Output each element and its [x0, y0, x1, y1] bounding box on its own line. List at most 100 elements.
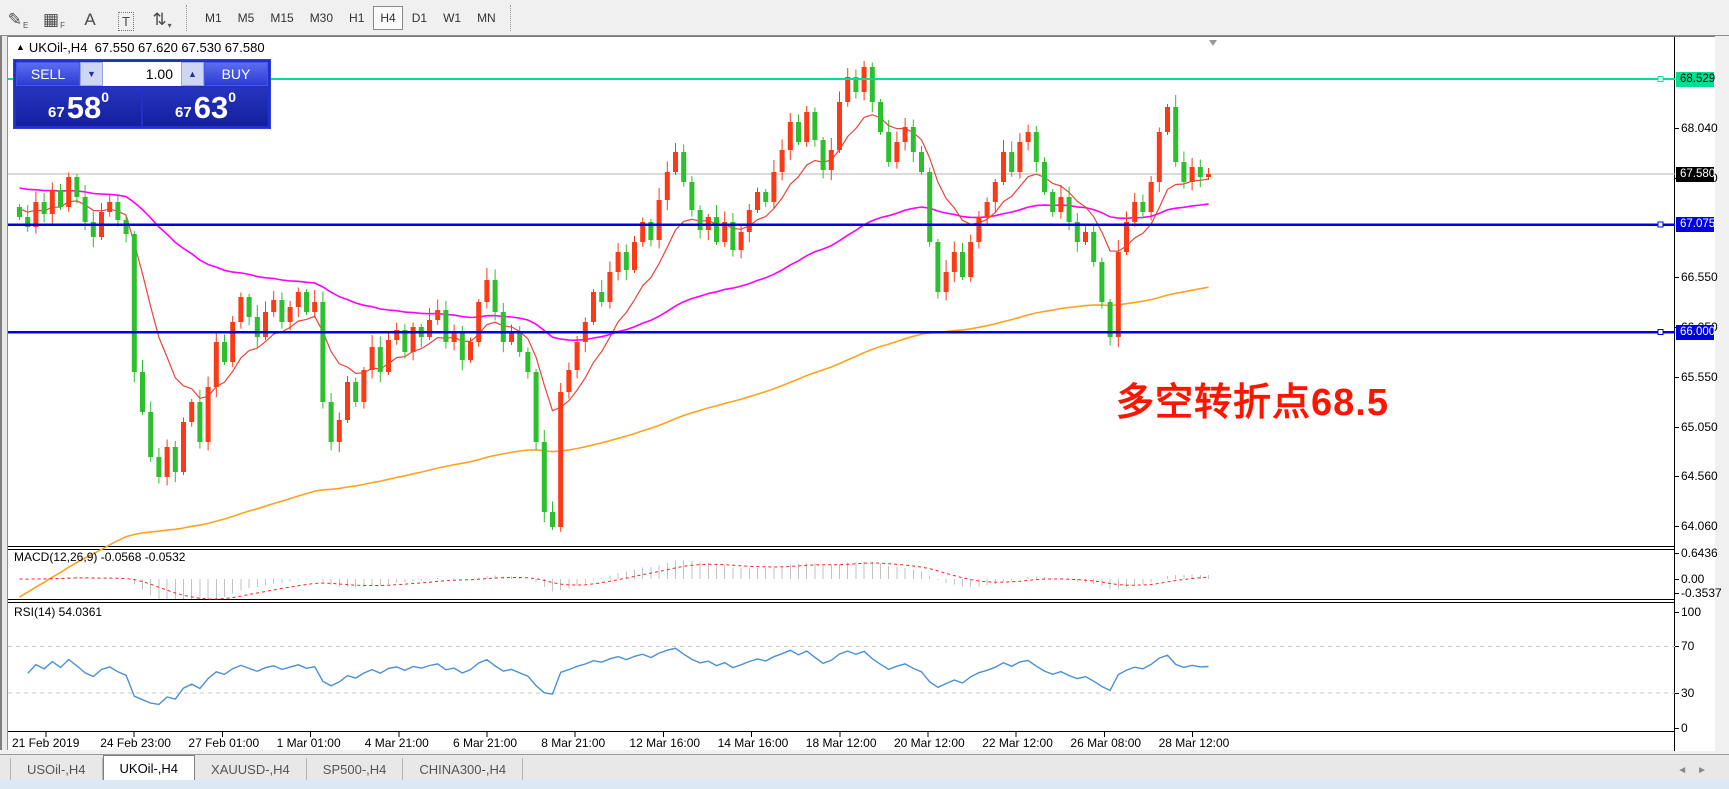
timeframe-button-d1[interactable]: D1 — [405, 6, 434, 30]
buy-button[interactable]: BUY — [204, 62, 268, 86]
date-axis-label: 24 Feb 23:00 — [100, 736, 171, 750]
chart-text-annotation: 多空转折点68.5 — [1116, 371, 1389, 426]
text-box-icon[interactable]: T — [111, 5, 141, 31]
axis-tick-mark — [1675, 128, 1679, 129]
date-axis-label: 28 Mar 12:00 — [1159, 736, 1230, 750]
styles-crayon-icon: ✎ — [8, 9, 22, 31]
macd-tick-label: -0.3537 — [1681, 586, 1722, 600]
timeframe-button-h1[interactable]: H1 — [342, 6, 371, 30]
timeframe-button-w1[interactable]: W1 — [436, 6, 468, 30]
timeframe-button-m1[interactable]: M1 — [198, 6, 229, 30]
rsi-tick-label: 100 — [1681, 605, 1701, 619]
timeframe-button-m15[interactable]: M15 — [263, 6, 300, 30]
symbol-label: UKOil-,H4 — [29, 40, 88, 55]
date-axis-label: 20 Mar 12:00 — [894, 736, 965, 750]
date-axis-label: 4 Mar 21:00 — [365, 736, 429, 750]
buy-quote-button[interactable]: 67 63 0 — [143, 88, 268, 126]
chart-tab-usoilh4[interactable]: USOil-,H4 — [10, 758, 103, 780]
price-tick-label: 64.060 — [1681, 519, 1718, 533]
window-left-border — [0, 36, 8, 750]
timeframe-button-mn[interactable]: MN — [470, 6, 503, 30]
sell-quote-button[interactable]: 67 58 0 — [16, 88, 141, 126]
date-axis-label: 6 Mar 21:00 — [453, 736, 517, 750]
sell-price-pips: 58 — [67, 92, 101, 123]
axis-tick-mark — [1675, 593, 1679, 594]
price-tick-label: 68.040 — [1681, 121, 1718, 135]
tab-scroll-right-icon[interactable]: ► — [1697, 765, 1717, 776]
price-tick-label: 65.050 — [1681, 420, 1718, 434]
text-label-icon: A — [84, 9, 95, 31]
rsi-tick-label: 70 — [1681, 639, 1694, 653]
axis-tick-mark — [1675, 693, 1679, 694]
cursor-mode-icon: ⇅ — [152, 9, 166, 31]
toolbar-separator — [510, 5, 515, 31]
volume-decrease-button[interactable]: ▼ — [80, 62, 103, 86]
cursor-mode-icon[interactable]: ⇅▾ — [147, 5, 177, 31]
macd-indicator-label: MACD(12,26,9) -0.0568 -0.0532 — [14, 550, 185, 564]
collapse-triangle-icon[interactable]: ▲ — [16, 42, 25, 52]
timeframe-button-m5[interactable]: M5 — [231, 6, 262, 30]
date-axis-label: 21 Feb 2019 — [12, 736, 79, 750]
date-axis-label: 12 Mar 16:00 — [629, 736, 700, 750]
styles-crayon-icon[interactable]: ✎E — [3, 5, 33, 31]
timeframe-button-m30[interactable]: M30 — [303, 6, 340, 30]
date-axis-label: 27 Feb 01:00 — [188, 736, 259, 750]
macd-tick-label: 0.6436 — [1681, 546, 1718, 560]
text-box-icon: T — [118, 12, 134, 31]
macd-tick-label: 0.00 — [1681, 572, 1704, 586]
price-level-badge-green: 68.529 — [1676, 72, 1714, 87]
buy-price-big-figure: 67 — [175, 103, 192, 123]
top-toolbar: ✎E▦FAT⇅▾ M1M5M15M30H1H4D1W1MN — [0, 0, 1729, 36]
chart-window: ▲ UKOil-,H4 67.550 67.620 67.530 67.580 S… — [8, 36, 1715, 750]
drawing-tools-group: ✎E▦FAT⇅▾ — [0, 5, 180, 31]
date-axis-label: 14 Mar 16:00 — [718, 736, 789, 750]
tab-scroll-arrows[interactable]: ◄► — [1677, 765, 1717, 776]
rsi-indicator-label: RSI(14) 54.0361 — [14, 605, 102, 619]
price-tick-label: 66.550 — [1681, 270, 1718, 284]
price-tick-label: 65.550 — [1681, 370, 1718, 384]
chart-tab-sp500h4[interactable]: SP500-,H4 — [307, 758, 404, 780]
axis-tick-mark — [1675, 377, 1679, 378]
volume-input[interactable]: 1.00 — [103, 62, 181, 86]
icon-badge: E — [23, 21, 28, 31]
status-strip — [0, 780, 1729, 789]
icon-badge: ▾ — [168, 21, 172, 31]
buy-price-pips: 63 — [194, 92, 228, 123]
sell-button[interactable]: SELL — [16, 62, 80, 86]
price-level-badge-blue: 66.000 — [1676, 325, 1714, 340]
chart-title: ▲ UKOil-,H4 67.550 67.620 67.530 67.580 — [16, 40, 265, 55]
chart-tab-xauusdh4[interactable]: XAUUSD-,H4 — [195, 758, 307, 780]
price-level-badge-blue: 67.075 — [1676, 217, 1714, 232]
grid-pattern-icon[interactable]: ▦F — [39, 5, 69, 31]
axis-tick-mark — [1675, 277, 1679, 278]
ohlc-readout: 67.550 67.620 67.530 67.580 — [95, 40, 265, 55]
buy-price-point: 0 — [228, 90, 236, 104]
axis-tick-mark — [1675, 728, 1679, 729]
icon-badge: F — [60, 21, 65, 31]
date-axis-label: 18 Mar 12:00 — [806, 736, 877, 750]
volume-increase-button[interactable]: ▲ — [181, 62, 204, 86]
sell-price-point: 0 — [101, 90, 109, 104]
axis-tick-mark — [1675, 579, 1679, 580]
timeframe-group: M1M5M15M30H1H4D1W1MN — [197, 6, 504, 30]
one-click-trading-panel: SELL ▼ 1.00 ▲ BUY 67 58 0 67 63 0 — [13, 59, 271, 129]
axis-tick-mark — [1675, 427, 1679, 428]
chart-tab-china300h4[interactable]: CHINA300-,H4 — [403, 758, 523, 780]
chart-tabs: USOil-,H4UKOil-,H4XAUUSD-,H4SP500-,H4CHI… — [0, 755, 523, 780]
toolbar-separator — [186, 5, 191, 31]
date-axis-label: 8 Mar 21:00 — [541, 736, 605, 750]
chart-tab-ukoilh4[interactable]: UKOil-,H4 — [103, 755, 196, 780]
axis-tick-mark — [1675, 526, 1679, 527]
axis-tick-mark — [1675, 612, 1679, 613]
chart-tab-bar: USOil-,H4UKOil-,H4XAUUSD-,H4SP500-,H4CHI… — [0, 754, 1729, 780]
sell-price-big-figure: 67 — [48, 103, 65, 123]
price-tick-label: 64.560 — [1681, 469, 1718, 483]
price-axis[interactable]: 68.04067.54066.55066.05065.55065.05064.5… — [1675, 37, 1715, 751]
tab-scroll-left-icon[interactable]: ◄ — [1677, 765, 1697, 776]
axis-tick-mark — [1675, 646, 1679, 647]
price-chart-canvas[interactable] — [8, 37, 1675, 751]
date-axis-label: 22 Mar 12:00 — [982, 736, 1053, 750]
timeframe-button-h4[interactable]: H4 — [373, 6, 402, 30]
rsi-tick-label: 30 — [1681, 686, 1694, 700]
text-label-icon[interactable]: A — [75, 5, 105, 31]
